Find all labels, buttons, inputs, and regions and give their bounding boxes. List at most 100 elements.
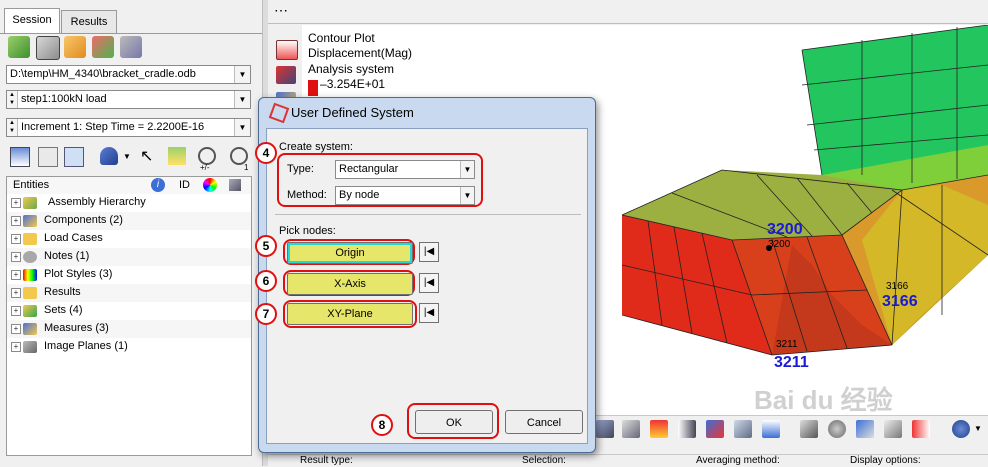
- clip-icon[interactable]: [622, 420, 640, 438]
- entity-row-results[interactable]: + Results: [7, 284, 251, 302]
- status-display: Display options:: [850, 455, 921, 466]
- chevron-down-icon[interactable]: ▼: [234, 91, 250, 108]
- graph-icon[interactable]: [678, 420, 696, 438]
- measure-icon[interactable]: [800, 420, 818, 438]
- entity-label: Measures (3): [44, 322, 109, 334]
- info-icon[interactable]: i: [151, 178, 165, 192]
- entities-header: Entities i ID: [7, 177, 251, 195]
- expand-icon[interactable]: +: [11, 234, 21, 244]
- more-dots-icon[interactable]: ⋯: [274, 2, 289, 19]
- entity-label: Results: [44, 286, 81, 298]
- tab-session[interactable]: Session: [4, 8, 60, 34]
- expand-icon[interactable]: +: [11, 324, 21, 334]
- file-path-combo[interactable]: D:\temp\HM_4340\bracket_cradle.odb ▼: [6, 65, 251, 84]
- tree-expand-icon[interactable]: [10, 147, 30, 167]
- expand-icon[interactable]: +: [11, 288, 21, 298]
- highlight-icon[interactable]: [168, 147, 186, 165]
- vector-icon[interactable]: [706, 420, 724, 438]
- cube-view-icon[interactable]: [596, 420, 614, 438]
- entity-label: Load Cases: [44, 232, 103, 244]
- load-step-combo[interactable]: ▲ ▼ step1:100kN load ▼: [6, 90, 251, 109]
- add-icon[interactable]: [92, 36, 114, 58]
- expand-icon[interactable]: +: [11, 198, 21, 208]
- plot-styles-icon: [23, 269, 37, 281]
- dialog-body: Create system: Type: Rectangular ▼ Metho…: [266, 128, 588, 444]
- divider: [268, 23, 988, 24]
- display-mode-icon[interactable]: [100, 147, 118, 165]
- entities-tree: Entities i ID + Assembly Hierarchy + Compo…: [6, 176, 252, 456]
- color-icon[interactable]: [203, 178, 217, 192]
- dialog-app-icon: [268, 102, 290, 124]
- cancel-button[interactable]: Cancel: [505, 410, 583, 434]
- expand-icon[interactable]: +: [11, 216, 21, 226]
- origin-button[interactable]: Origin: [287, 242, 413, 264]
- x-axis-button[interactable]: X-Axis: [287, 273, 413, 295]
- entity-label: Components (2): [44, 214, 123, 226]
- method-select[interactable]: By node ▼: [335, 186, 475, 205]
- note-icon[interactable]: [884, 420, 902, 438]
- step-spinner-icon[interactable]: ▲ ▼: [7, 91, 18, 108]
- load-step-text: step1:100kN load: [21, 93, 107, 105]
- marker-icon[interactable]: [650, 420, 668, 438]
- results-icon[interactable]: [64, 36, 86, 58]
- table-icon[interactable]: [762, 420, 780, 438]
- node-label-3166: 3166: [882, 293, 918, 310]
- divider: [275, 214, 581, 215]
- contour-icon[interactable]: [276, 66, 296, 84]
- expand-icon[interactable]: +: [11, 306, 21, 316]
- node-label-3200: 3200: [767, 221, 803, 238]
- xy-plane-reset-icon[interactable]: |◀: [419, 303, 439, 323]
- load-model-icon[interactable]: [36, 36, 60, 60]
- step-5-badge: 5: [255, 235, 277, 257]
- chevron-down-icon[interactable]: ▼: [234, 66, 250, 83]
- pick-nodes-label: Pick nodes:: [279, 225, 336, 237]
- origin-reset-icon[interactable]: |◀: [419, 242, 439, 262]
- options-icon[interactable]: [952, 420, 970, 438]
- increment-spinner-icon[interactable]: ▲ ▼: [7, 119, 18, 136]
- increment-combo[interactable]: ▲ ▼ Increment 1: Step Time = 2.2200E-16 ▼: [6, 118, 251, 137]
- expand-icon[interactable]: +: [11, 252, 21, 262]
- node-label-small: 3211: [776, 339, 798, 350]
- type-label: Type:: [287, 163, 314, 175]
- id-column-label[interactable]: ID: [179, 179, 190, 191]
- entity-row-plot-styles[interactable]: + Plot Styles (3): [7, 266, 251, 284]
- entity-row-load-cases[interactable]: + Load Cases: [7, 230, 251, 248]
- tab-results[interactable]: Results: [61, 10, 117, 33]
- step-4-badge: 4: [255, 142, 277, 164]
- annotation-icon[interactable]: [912, 420, 930, 438]
- tree-collapse-icon[interactable]: [38, 147, 58, 167]
- entity-row-notes[interactable]: + Notes (1): [7, 248, 251, 266]
- chevron-down-icon[interactable]: ▼: [460, 161, 474, 178]
- expand-icon[interactable]: +: [11, 342, 21, 352]
- chevron-down-icon[interactable]: ▼: [123, 152, 131, 161]
- xy-plane-button[interactable]: XY-Plane: [287, 303, 413, 325]
- file-path-text: D:\temp\HM_4340\bracket_cradle.odb: [10, 68, 196, 80]
- entity-row-assembly[interactable]: + Assembly Hierarchy: [7, 194, 251, 212]
- entity-row-image-planes[interactable]: + Image Planes (1): [7, 338, 251, 356]
- chevron-down-icon[interactable]: ▼: [974, 424, 982, 433]
- tracking-icon[interactable]: [828, 420, 846, 438]
- ok-button[interactable]: OK: [415, 410, 493, 434]
- entity-row-measures[interactable]: + Measures (3): [7, 320, 251, 338]
- increment-text: Increment 1: Step Time = 2.2200E-16: [21, 121, 205, 133]
- chevron-down-icon[interactable]: ▼: [460, 187, 474, 204]
- entity-row-components[interactable]: + Components (2): [7, 212, 251, 230]
- create-system-label: Create system:: [279, 141, 353, 153]
- probe-icon[interactable]: [734, 420, 752, 438]
- method-select-value: By node: [339, 189, 380, 201]
- chevron-down-icon[interactable]: ▼: [234, 119, 250, 136]
- step-6-badge: 6: [255, 270, 277, 292]
- expand-icon[interactable]: +: [11, 270, 21, 280]
- pointer-icon[interactable]: ↖: [140, 146, 153, 166]
- filter-icon[interactable]: [64, 147, 84, 167]
- cut-icon[interactable]: [856, 420, 874, 438]
- calendar-icon[interactable]: [276, 40, 298, 60]
- one-label: 1: [244, 163, 249, 172]
- open-model-icon[interactable]: [8, 36, 30, 58]
- type-select[interactable]: Rectangular ▼: [335, 160, 475, 179]
- x-axis-reset-icon[interactable]: |◀: [419, 273, 439, 293]
- display-icon[interactable]: [229, 179, 241, 191]
- entity-row-sets[interactable]: + Sets (4): [7, 302, 251, 320]
- dialog-title-bar[interactable]: User Defined System: [267, 102, 587, 124]
- overlay-icon[interactable]: [120, 36, 142, 58]
